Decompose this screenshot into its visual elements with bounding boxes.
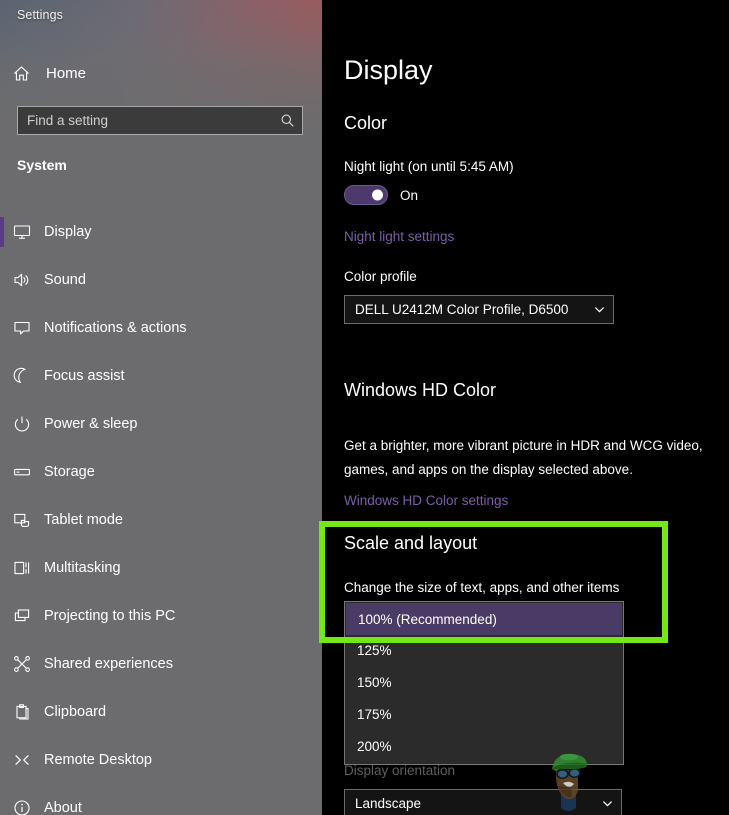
night-light-toggle[interactable]: [344, 185, 388, 205]
sidebar-item-label: Sound: [44, 272, 86, 288]
night-light-settings-link[interactable]: Night light settings: [344, 229, 454, 244]
sidebar-item-remote-desktop[interactable]: Remote Desktop: [0, 736, 322, 784]
drive-icon: [0, 463, 44, 481]
sidebar-item-label: Storage: [44, 464, 95, 480]
display-settings-pane: Display Color Night light (on until 5:45…: [322, 0, 729, 815]
sidebar-item-label: Multitasking: [44, 560, 121, 576]
display-orientation-value: Landscape: [345, 796, 593, 811]
scale-option-label: 200%: [357, 739, 392, 754]
sidebar-item-home[interactable]: Home: [0, 58, 322, 88]
sidebar-item-label: Projecting to this PC: [44, 608, 175, 624]
night-light-state-label: On: [400, 188, 418, 203]
chat-bubble-icon: [0, 319, 44, 337]
sidebar-item-label: Power & sleep: [44, 416, 138, 432]
sidebar-content: Settings Home: [0, 0, 322, 815]
share-nodes-icon: [0, 655, 44, 673]
chevron-down-icon: [585, 303, 613, 316]
sidebar-item-clipboard[interactable]: Clipboard: [0, 688, 322, 736]
sidebar-item-sound[interactable]: Sound: [0, 256, 322, 304]
color-profile-label: Color profile: [344, 269, 417, 284]
color-profile-dropdown[interactable]: DELL U2412M Color Profile, D6500: [344, 295, 614, 324]
chevron-down-icon: [593, 797, 621, 810]
display-orientation-dropdown[interactable]: Landscape: [344, 789, 622, 815]
scale-option-175[interactable]: 175%: [345, 698, 623, 730]
sidebar-item-label: Shared experiences: [44, 656, 173, 672]
settings-sidebar: Settings Home: [0, 0, 322, 815]
sidebar-item-label: Notifications & actions: [44, 320, 187, 336]
home-label: Home: [46, 65, 86, 82]
remote-desktop-icon: [0, 751, 44, 769]
monitor-icon: [0, 223, 44, 241]
search-icon[interactable]: [272, 113, 302, 128]
settings-window: Settings Home: [0, 0, 729, 815]
sidebar-item-label: Tablet mode: [44, 512, 123, 528]
multitask-icon: [0, 559, 44, 577]
sidebar-item-shared-experiences[interactable]: Shared experiences: [0, 640, 322, 688]
project-screen-icon: [0, 607, 44, 625]
window-title: Settings: [17, 8, 63, 22]
moon-icon: [0, 367, 44, 385]
sidebar-group-header: System: [17, 157, 67, 173]
home-icon: [0, 65, 42, 82]
info-circle-icon: [0, 799, 44, 815]
hd-color-description-line-2: games, and apps on the display selected …: [344, 462, 633, 477]
annotation-box-backdrop: [325, 527, 662, 637]
sidebar-item-display[interactable]: Display: [0, 208, 322, 256]
section-heading-hd-color: Windows HD Color: [344, 380, 496, 401]
scale-option-label: 125%: [357, 643, 392, 658]
display-orientation-label: Display orientation: [344, 763, 455, 778]
scale-option-label: 150%: [357, 675, 392, 690]
sidebar-item-focus-assist[interactable]: Focus assist: [0, 352, 322, 400]
search-input[interactable]: [18, 113, 272, 128]
section-heading-color: Color: [344, 113, 387, 134]
sidebar-nav-list: Display Sound: [0, 208, 322, 815]
power-icon: [0, 415, 44, 433]
tablet-hand-icon: [0, 511, 44, 529]
scale-option-200[interactable]: 200%: [345, 730, 623, 762]
sidebar-item-about[interactable]: About: [0, 784, 322, 815]
scale-option-150[interactable]: 150%: [345, 666, 623, 698]
sidebar-item-label: Focus assist: [44, 368, 125, 384]
sidebar-item-power-sleep[interactable]: Power & sleep: [0, 400, 322, 448]
search-box[interactable]: [17, 106, 303, 135]
night-light-label: Night light (on until 5:45 AM): [344, 159, 514, 174]
scale-option-label: 175%: [357, 707, 392, 722]
hd-color-description-line-1: Get a brighter, more vibrant picture in …: [344, 438, 703, 453]
sidebar-item-storage[interactable]: Storage: [0, 448, 322, 496]
sidebar-item-label: Clipboard: [44, 704, 106, 720]
hd-color-settings-link[interactable]: Windows HD Color settings: [344, 493, 508, 508]
page-title: Display: [344, 55, 433, 86]
sidebar-item-label: Remote Desktop: [44, 752, 152, 768]
sidebar-item-projecting[interactable]: Projecting to this PC: [0, 592, 322, 640]
sidebar-item-label: About: [44, 800, 82, 815]
speaker-icon: [0, 271, 44, 289]
sidebar-item-multitasking[interactable]: Multitasking: [0, 544, 322, 592]
color-profile-value: DELL U2412M Color Profile, D6500: [345, 302, 585, 317]
sidebar-item-notifications[interactable]: Notifications & actions: [0, 304, 322, 352]
toggle-knob: [372, 190, 383, 201]
clipboard-icon: [0, 703, 44, 721]
sidebar-item-label: Display: [44, 224, 92, 240]
sidebar-item-tablet-mode[interactable]: Tablet mode: [0, 496, 322, 544]
scale-option-125[interactable]: 125%: [345, 634, 623, 666]
